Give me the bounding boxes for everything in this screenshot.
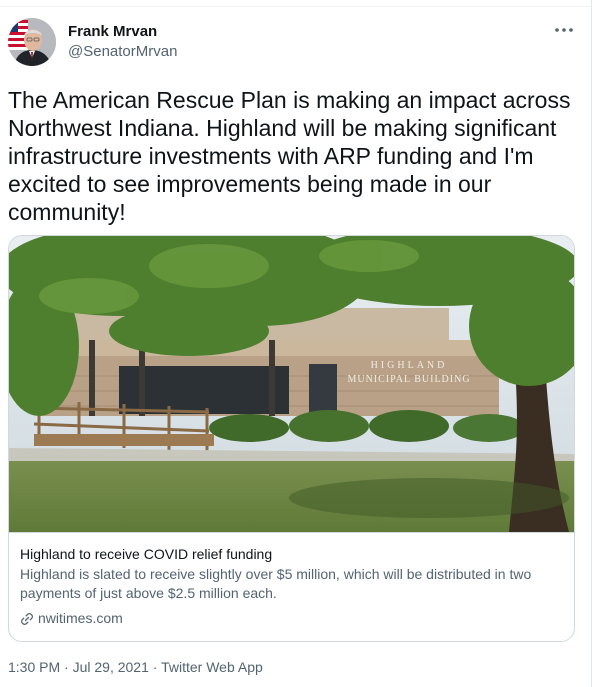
meta-separator: · (64, 659, 69, 675)
avatar-image (8, 18, 56, 66)
card-body[interactable]: Highland to receive COVID relief funding… (20, 545, 565, 628)
user-handle[interactable]: @SenatorMrvan (68, 43, 177, 61)
tweet-container: Frank Mrvan @SenatorMrvan The American R… (0, 0, 592, 687)
card-source[interactable]: nwitimes.com (20, 609, 565, 628)
tweet-header: Frank Mrvan @SenatorMrvan (8, 18, 582, 68)
card-description: Highland is slated to receive slightly o… (20, 566, 532, 601)
card-source-domain[interactable]: nwitimes.com (38, 609, 123, 628)
tweet-time[interactable]: 1:30 PM (8, 659, 60, 675)
card-image[interactable]: HIGHLAND MUNICIPAL BUILDING (9, 236, 574, 532)
card-title[interactable]: Highland to receive COVID relief funding (20, 545, 565, 564)
building-sign-line1: HIGHLAND (371, 360, 448, 371)
tweet-text: The American Rescue Plan is making an im… (8, 87, 571, 225)
tweet-date[interactable]: Jul 29, 2021 (73, 659, 149, 675)
meta-separator: · (152, 659, 158, 675)
more-icon[interactable] (552, 22, 576, 38)
top-divider (0, 6, 591, 7)
building-sign-line2: MUNICIPAL BUILDING (347, 374, 470, 385)
tweet-client[interactable]: Twitter Web App (161, 659, 263, 675)
author-names: Frank Mrvan @SenatorMrvan (68, 23, 177, 61)
link-icon (21, 612, 33, 625)
link-preview-card[interactable]: HIGHLAND MUNICIPAL BUILDING Highland to … (8, 235, 575, 642)
avatar[interactable] (8, 18, 56, 66)
card-divider (9, 532, 574, 533)
tweet-meta: 1:30 PM · Jul 29, 2021 · Twitter Web App (8, 658, 263, 677)
display-name[interactable]: Frank Mrvan (68, 23, 177, 41)
